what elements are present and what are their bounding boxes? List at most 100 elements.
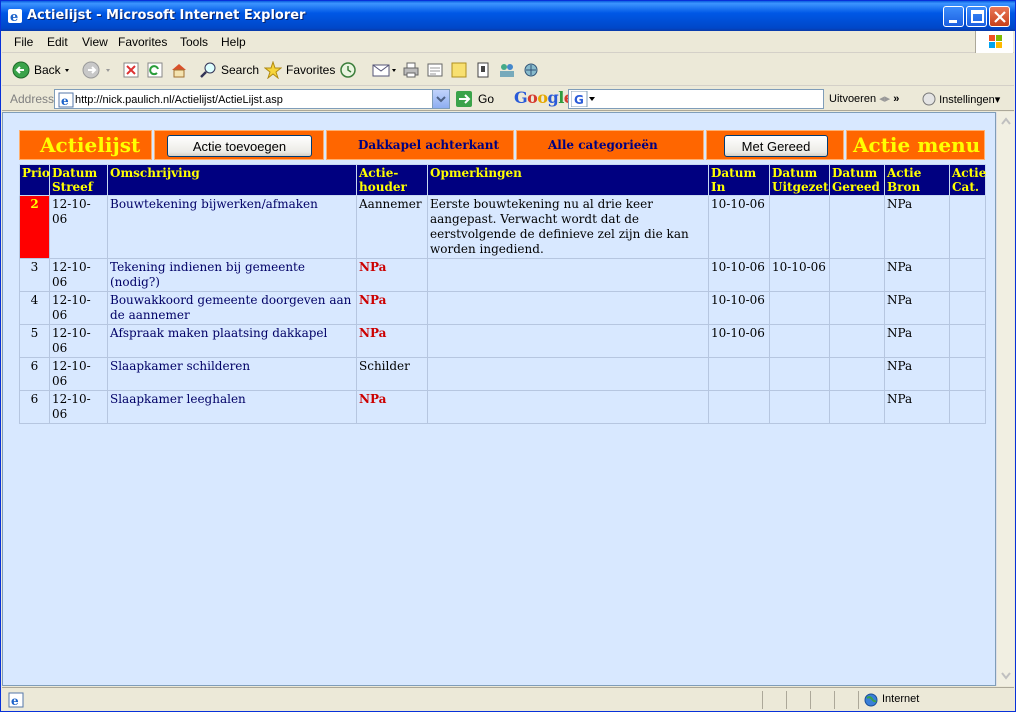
- table-row[interactable]: 4 12-10-06 Bouwakkoord gemeente doorgeven …: [19, 291, 986, 325]
- page-content: Actielijst Actie toevoegen Dakkapel acht…: [2, 112, 996, 686]
- column-header-line2: houder: [359, 180, 407, 194]
- address-field[interactable]: e: [54, 89, 450, 109]
- cell-opmerkingen: [427, 324, 709, 358]
- cell-streef: 12-10-06: [49, 195, 108, 259]
- omschrijving-text[interactable]: Slaapkamer leeghalen: [110, 392, 246, 406]
- add-action-button[interactable]: Actie toevoegen: [167, 135, 312, 157]
- status-divider: [810, 691, 811, 709]
- streef-text: 12-10-06: [52, 260, 91, 289]
- close-icon: [994, 11, 1006, 23]
- menu-help[interactable]: Help: [221, 35, 246, 49]
- history-button[interactable]: [339, 61, 361, 79]
- close-button[interactable]: [989, 6, 1010, 27]
- menu-edit[interactable]: Edit: [47, 35, 68, 49]
- mail-icon: [372, 64, 396, 77]
- bron-text: NPa: [887, 359, 913, 373]
- omschrijving-text[interactable]: Slaapkamer schilderen: [110, 359, 250, 373]
- cell-gereed: [829, 357, 885, 391]
- cell-houder: NPa: [356, 258, 428, 292]
- column-header-line1: Actie-: [359, 166, 399, 180]
- cell-opmerkingen: [427, 291, 709, 325]
- discuss-button[interactable]: [450, 61, 472, 79]
- cell-streef: 12-10-06: [49, 390, 108, 424]
- in-text: 10-10-06: [711, 260, 765, 274]
- cell-cat: [949, 324, 986, 358]
- globe-icon: [864, 693, 878, 707]
- houder-text: NPa: [359, 293, 387, 307]
- project-cell: Dakkapel achterkant: [326, 130, 514, 160]
- table-row[interactable]: 6 12-10-06 Slaapkamer schilderen Schilder NP…: [19, 357, 986, 391]
- cell-bron: NPa: [884, 324, 950, 358]
- back-button[interactable]: Back: [12, 61, 77, 79]
- prio-text: 6: [30, 359, 39, 373]
- omschrijving-text[interactable]: Afspraak maken plaatsing dakkapel: [110, 326, 327, 340]
- minimize-button[interactable]: [943, 6, 964, 27]
- column-header-line2: Uitgezet: [772, 180, 829, 194]
- column-header: Datum In: [708, 164, 770, 196]
- messenger-button[interactable]: [498, 61, 520, 79]
- scroll-up-icon[interactable]: [998, 113, 1014, 130]
- in-text: 10-10-06: [711, 293, 765, 307]
- menu-tools[interactable]: Tools: [180, 35, 208, 49]
- column-header-line1: Datum: [52, 166, 98, 180]
- cell-prio: 6: [19, 357, 50, 391]
- vertical-scrollbar[interactable]: [996, 112, 1014, 686]
- omschrijving-text[interactable]: Bouwtekening bijwerken/afmaken: [110, 197, 318, 211]
- stop-button[interactable]: [122, 61, 144, 79]
- project-link[interactable]: Dakkapel achterkant: [358, 138, 499, 152]
- instellingen-button[interactable]: Instellingen▾: [922, 92, 1000, 106]
- table-row[interactable]: 5 12-10-06 Afspraak maken plaatsing dakkap…: [19, 324, 986, 358]
- status-divider: [858, 691, 859, 709]
- address-dropdown-button[interactable]: [432, 90, 449, 108]
- svg-text:G: G: [574, 93, 584, 107]
- omschrijving-text[interactable]: Bouwakkoord gemeente doorgeven aan de aa…: [110, 293, 351, 322]
- search-button[interactable]: Search: [199, 61, 259, 79]
- forward-button[interactable]: [82, 61, 118, 79]
- mail-button[interactable]: [372, 61, 402, 79]
- google-search-field[interactable]: G: [568, 89, 824, 109]
- extra-button[interactable]: [522, 61, 544, 79]
- minimize-icon: [949, 20, 957, 23]
- action-menu-title[interactable]: Actie menu: [853, 133, 980, 157]
- scroll-down-icon[interactable]: [998, 667, 1014, 684]
- uitvoeren-button[interactable]: Uitvoeren ◂▸ »: [829, 92, 899, 105]
- column-header: Datum Gereed: [829, 164, 885, 196]
- edit-button[interactable]: [426, 61, 448, 79]
- research-button[interactable]: [474, 61, 496, 79]
- print-button[interactable]: [402, 61, 424, 79]
- column-header-line1: Actie: [952, 166, 987, 180]
- column-header-line1: Datum: [772, 166, 818, 180]
- table-row[interactable]: 6 12-10-06 Slaapkamer leeghalen NPa NPa: [19, 390, 986, 424]
- status-bar: e Internet: [2, 687, 1014, 711]
- refresh-button[interactable]: [146, 61, 168, 79]
- table-row[interactable]: 3 12-10-06 Tekening indienen bij gemeente …: [19, 258, 986, 292]
- met-gereed-button[interactable]: Met Gereed: [724, 135, 828, 157]
- actions-table: Prio Datum Streef Omschrijving Actie-houder O…: [19, 164, 986, 424]
- bron-text: NPa: [887, 293, 913, 307]
- cell-streef: 12-10-06: [49, 258, 108, 292]
- column-header-line1: Datum: [832, 166, 878, 180]
- maximize-button[interactable]: [966, 6, 987, 27]
- favorites-button[interactable]: Favorites: [264, 61, 335, 79]
- title-bar[interactable]: e Actielijst - Microsoft Internet Explor…: [1, 1, 1015, 31]
- cell-omschrijving: Tekening indienen bij gemeente (nodig?): [107, 258, 357, 292]
- streef-text: 12-10-06: [52, 392, 91, 421]
- cell-omschrijving: Bouwakkoord gemeente doorgeven aan de aa…: [107, 291, 357, 325]
- menu-file[interactable]: File: [14, 35, 33, 49]
- houder-text: NPa: [359, 260, 387, 274]
- menu-favorites[interactable]: Favorites: [118, 35, 167, 49]
- cell-opmerkingen: [427, 390, 709, 424]
- column-header: Datum Streef: [49, 164, 108, 196]
- google-logo: Google: [514, 88, 574, 107]
- cell-opmerkingen: [427, 357, 709, 391]
- go-button[interactable]: Go: [455, 90, 494, 108]
- categories-link[interactable]: Alle categorieën: [548, 138, 658, 152]
- home-button[interactable]: [170, 61, 192, 79]
- column-header: Actie-houder: [356, 164, 428, 196]
- menu-view[interactable]: View: [82, 35, 108, 49]
- table-row[interactable]: 2 12-10-06 Bouwtekening bijwerken/afmaken A…: [19, 195, 986, 259]
- omschrijving-text[interactable]: Tekening indienen bij gemeente (nodig?): [110, 260, 305, 289]
- refresh-icon: [147, 62, 163, 78]
- address-input[interactable]: [75, 92, 425, 107]
- chevron-down-icon: [436, 96, 446, 103]
